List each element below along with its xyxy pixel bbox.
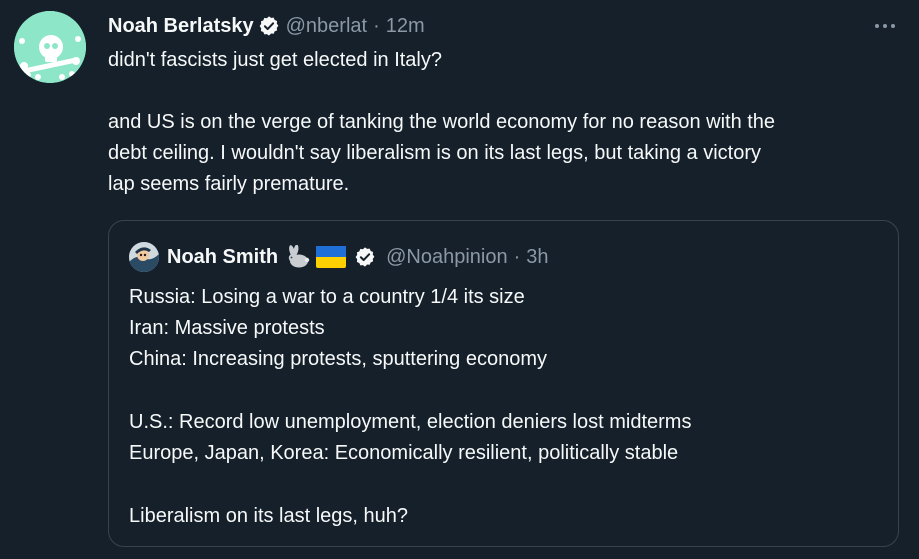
rabbit-emoji-icon — [284, 245, 310, 269]
ukraine-flag-emoji-icon — [316, 246, 347, 268]
author-handle[interactable]: @nberlat — [286, 12, 367, 40]
quoted-text-line: China: Increasing protests, sputtering e… — [129, 348, 547, 370]
tweet-timestamp[interactable]: 12m — [386, 12, 425, 40]
skull-avatar-icon — [14, 11, 86, 83]
tweet-text-line: lap seems fairly premature. — [108, 173, 350, 195]
tweet-text-line: didn't fascists just get elected in Ital… — [108, 49, 442, 71]
separator-dot: · — [373, 15, 380, 37]
tweet-text-line: and US is on the verge of tanking the wo… — [108, 111, 776, 133]
verified-badge-icon — [354, 246, 376, 268]
quoted-author-avatar — [129, 242, 159, 272]
more-options-icon[interactable] — [868, 14, 902, 38]
quoted-text-line: Iran: Massive protests — [129, 317, 325, 339]
quoted-tweet-card[interactable]: Noah Smith @Noahpinion · 3h Russia: Losi… — [108, 220, 899, 547]
tweet: Noah Berlatsky @nberlat · 12m didn't fas… — [0, 0, 919, 559]
verified-badge-icon — [258, 15, 280, 37]
quoted-tweet-header: Noah Smith @Noahpinion · 3h — [129, 240, 549, 274]
author-name[interactable]: Noah Berlatsky — [108, 12, 254, 40]
tweet-text-line: debt ceiling. I wouldn't say liberalism … — [108, 142, 762, 164]
author-avatar[interactable] — [14, 11, 86, 83]
tweet-header: Noah Berlatsky @nberlat · 12m — [108, 12, 425, 40]
quoted-author-name: Noah Smith — [167, 245, 279, 268]
quoted-tweet-text: Russia: Losing a war to a country 1/4 it… — [129, 282, 889, 532]
quoted-text-line: Liberalism on its last legs, huh? — [129, 505, 409, 527]
quoted-text-line: Russia: Losing a war to a country 1/4 it… — [129, 286, 525, 308]
quoted-text-line: U.S.: Record low unemployment, election … — [129, 411, 692, 433]
quoted-author-handle: @Noahpinion — [386, 245, 508, 268]
tweet-text: didn't fascists just get elected in Ital… — [108, 45, 903, 200]
quoted-text-line: Europe, Japan, Korea: Economically resil… — [129, 442, 679, 464]
quoted-tweet-timestamp: 3h — [526, 245, 549, 268]
separator-dot: · — [513, 245, 521, 268]
